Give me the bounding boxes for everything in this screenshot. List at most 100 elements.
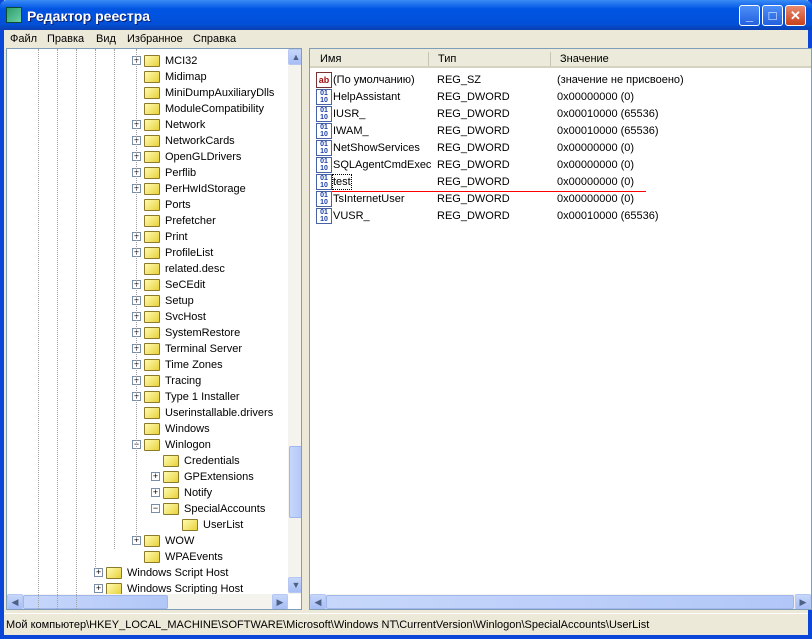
tree-node[interactable]: Midimap: [7, 69, 287, 85]
value-row[interactable]: 01 10 VUSR_ REG_DWORD 0x00010000 (65536): [310, 208, 810, 225]
value-row[interactable]: 01 10 IUSR_ REG_DWORD 0x00010000 (65536): [310, 106, 810, 123]
tree-node[interactable]: + Time Zones: [7, 357, 287, 373]
tree-horizontal-scrollbar[interactable]: ◀ ▶: [7, 594, 288, 609]
tree-node[interactable]: − Winlogon: [7, 437, 287, 453]
close-button[interactable]: ✕: [785, 5, 806, 26]
folder-icon: [144, 231, 160, 243]
scroll-left-button[interactable]: ◀: [7, 594, 23, 609]
tree-node[interactable]: + Terminal Server: [7, 341, 287, 357]
menu-view[interactable]: Вид: [96, 33, 116, 45]
menu-file[interactable]: Файл: [10, 33, 37, 45]
registry-editor-window: Редактор реестра _ □ ✕ Файл Правка Вид И…: [0, 0, 812, 639]
tree-node[interactable]: + PerHwIdStorage: [7, 181, 287, 197]
tree-node[interactable]: + OpenGLDrivers: [7, 149, 287, 165]
collapse-icon[interactable]: −: [151, 504, 160, 513]
tree-node-label: Print: [165, 231, 188, 243]
menu-bar: Файл Правка Вид Избранное Справка: [4, 30, 808, 48]
tree-node-label: Windows: [165, 423, 210, 435]
tree-node-label: OpenGLDrivers: [165, 151, 242, 163]
maximize-button[interactable]: □: [762, 5, 783, 26]
tree-node[interactable]: + Windows Script Host: [7, 565, 287, 581]
folder-icon: [163, 487, 179, 499]
expand-icon[interactable]: +: [94, 584, 103, 593]
menu-edit[interactable]: Правка: [47, 33, 84, 45]
value-row[interactable]: 01 10 test REG_DWORD 0x00000000 (0): [310, 174, 810, 191]
value-row[interactable]: ab (По умолчанию) REG_SZ (значение не присв…: [310, 72, 810, 89]
expand-icon[interactable]: +: [151, 488, 160, 497]
tree-node[interactable]: + MCI32: [7, 53, 287, 69]
folder-icon: [144, 167, 160, 179]
tree-node-label: Network: [165, 119, 206, 131]
tree-node[interactable]: + SystemRestore: [7, 325, 287, 341]
list-horizontal-scrollbar[interactable]: ◀ ▶: [310, 594, 811, 609]
tree-node[interactable]: Windows: [7, 421, 287, 437]
folder-icon: [144, 535, 160, 547]
hscroll-thumb[interactable]: [23, 595, 168, 609]
tree-node-label: Prefetcher: [165, 215, 216, 227]
tree-node[interactable]: Ports: [7, 197, 287, 213]
tree-node[interactable]: MiniDumpAuxiliaryDlls: [7, 85, 287, 101]
tree-node[interactable]: ModuleCompatibility: [7, 101, 287, 117]
list-scroll-left[interactable]: ◀: [310, 594, 326, 609]
value-name: (По умолчанию): [333, 74, 415, 86]
folder-icon: [144, 279, 160, 291]
tree-node[interactable]: + Tracing: [7, 373, 287, 389]
folder-icon: [144, 295, 160, 307]
list-scroll-right[interactable]: ▶: [795, 594, 811, 609]
menu-favorites[interactable]: Избранное: [127, 33, 183, 45]
values-list[interactable]: Имя Тип Значение ◀ ▶ ab (По умолчанию) REG…: [309, 48, 812, 610]
tree-node-label: MiniDumpAuxiliaryDlls: [165, 87, 275, 99]
tree-node[interactable]: + Perflib: [7, 165, 287, 181]
tree-node[interactable]: + Type 1 Installer: [7, 389, 287, 405]
scroll-right-button[interactable]: ▶: [272, 594, 288, 609]
value-row[interactable]: 01 10 HelpAssistant REG_DWORD 0x00000000 (0…: [310, 89, 810, 106]
tree-node[interactable]: related.desc: [7, 261, 287, 277]
value-row[interactable]: 01 10 IWAM_ REG_DWORD 0x00010000 (65536): [310, 123, 810, 140]
tree-node[interactable]: + ProfileList: [7, 245, 287, 261]
folder-icon: [144, 327, 160, 339]
column-name[interactable]: Имя: [320, 53, 341, 65]
tree-node-label: related.desc: [165, 263, 225, 275]
minimize-button[interactable]: _: [739, 5, 760, 26]
folder-icon: [144, 55, 160, 67]
tree-node[interactable]: + Setup: [7, 293, 287, 309]
key-tree[interactable]: + Windows Scripting Host + Windows Script H…: [6, 48, 302, 610]
column-type[interactable]: Тип: [438, 53, 456, 65]
tree-node-label: ModuleCompatibility: [165, 103, 265, 115]
tree-node-label: UserList: [203, 519, 244, 531]
tree-guide-line: [38, 49, 39, 609]
expand-icon[interactable]: +: [151, 472, 160, 481]
tree-node[interactable]: + NetworkCards: [7, 133, 287, 149]
tree-node[interactable]: + WOW: [7, 533, 287, 549]
tree-node[interactable]: + Notify: [7, 485, 287, 501]
value-row[interactable]: 01 10 SQLAgentCmdExec REG_DWORD 0x00000000 …: [310, 157, 810, 174]
tree-node[interactable]: + Network: [7, 117, 287, 133]
value-row[interactable]: 01 10 NetShowServices REG_DWORD 0x00000000 …: [310, 140, 810, 157]
dword-value-icon: 01 10: [316, 208, 332, 224]
value-name: TsInternetUser: [333, 193, 405, 205]
tree-node-label: Winlogon: [165, 439, 211, 451]
tree-node[interactable]: Userinstallable.drivers: [7, 405, 287, 421]
list-hscroll-thumb[interactable]: [326, 595, 794, 609]
tree-node[interactable]: Prefetcher: [7, 213, 287, 229]
tree-node[interactable]: Credentials: [7, 453, 287, 469]
expand-icon[interactable]: +: [94, 568, 103, 577]
tree-node[interactable]: WPAEvents: [7, 549, 287, 565]
tree-node[interactable]: + SeCEdit: [7, 277, 287, 293]
tree-vertical-scrollbar[interactable]: ▲ ▼: [288, 49, 301, 594]
scroll-down-button[interactable]: ▼: [288, 577, 301, 593]
folder-icon: [144, 311, 160, 323]
menu-help[interactable]: Справка: [193, 33, 236, 45]
scroll-thumb[interactable]: [289, 446, 301, 518]
status-bar: Мой компьютер\HKEY_LOCAL_MACHINE\SOFTWAR…: [4, 613, 808, 635]
tree-node[interactable]: + GPExtensions: [7, 469, 287, 485]
scroll-up-button[interactable]: ▲: [288, 49, 301, 65]
tree-node[interactable]: + Print: [7, 229, 287, 245]
column-value[interactable]: Значение: [560, 53, 609, 65]
dword-value-icon: 01 10: [316, 174, 332, 190]
tree-node[interactable]: − SpecialAccounts: [7, 501, 287, 517]
tree-node[interactable]: UserList: [7, 517, 287, 533]
value-row[interactable]: 01 10 TsInternetUser REG_DWORD 0x00000000 (…: [310, 191, 810, 208]
tree-guide-line: [114, 49, 115, 549]
tree-node[interactable]: + SvcHost: [7, 309, 287, 325]
